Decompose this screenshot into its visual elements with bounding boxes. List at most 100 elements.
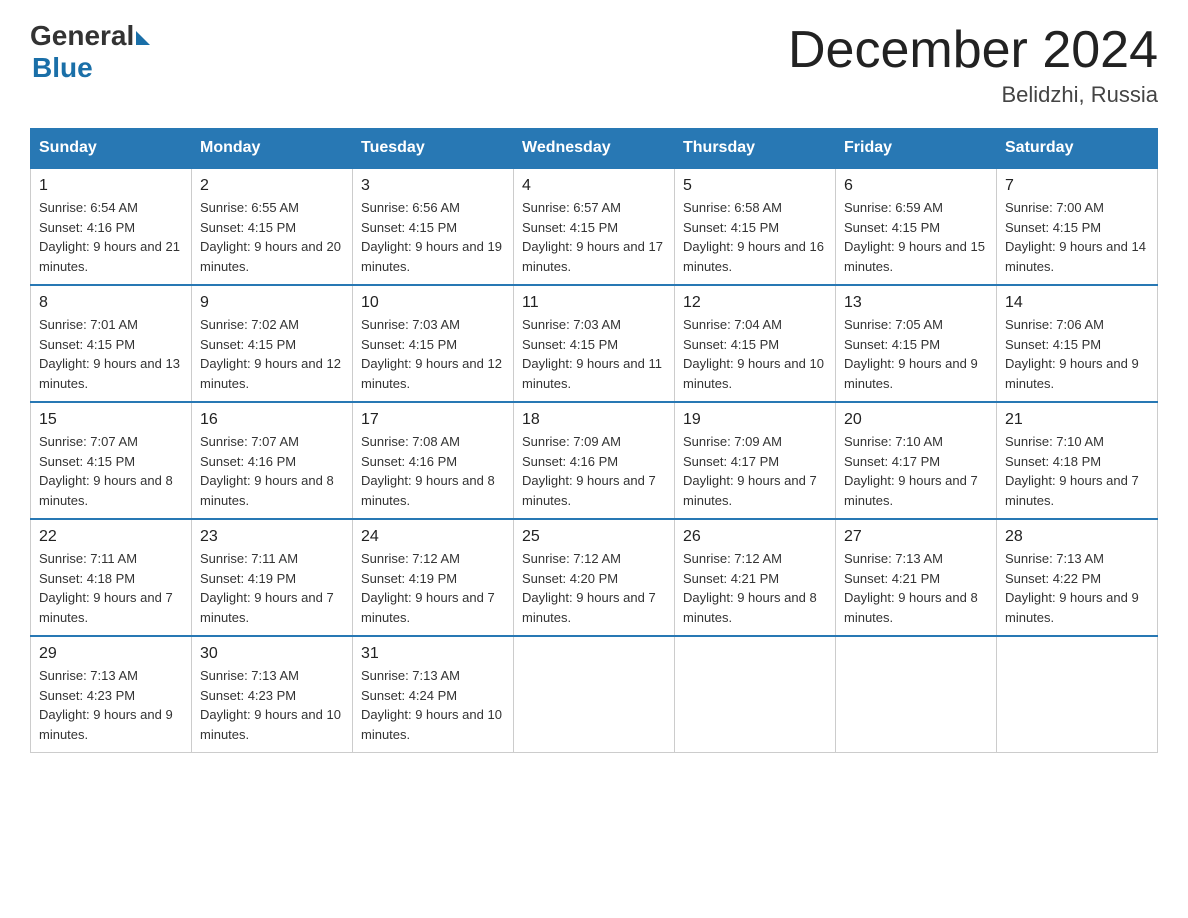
calendar-cell: 31Sunrise: 7:13 AMSunset: 4:24 PMDayligh…: [353, 636, 514, 753]
day-info: Sunrise: 7:13 AMSunset: 4:24 PMDaylight:…: [361, 666, 505, 744]
day-number: 16: [200, 411, 344, 429]
column-header-friday: Friday: [836, 129, 997, 169]
day-number: 15: [39, 411, 183, 429]
calendar-cell: 12 Sunrise: 7:04 AMSunset: 4:15 PMDayligh…: [675, 285, 836, 402]
day-info: Sunrise: 7:10 AMSunset: 4:18 PMDaylight:…: [1005, 432, 1149, 510]
calendar-cell: 26 Sunrise: 7:12 AMSunset: 4:21 PMDayligh…: [675, 519, 836, 636]
calendar-cell: 13 Sunrise: 7:05 AMSunset: 4:15 PMDayligh…: [836, 285, 997, 402]
calendar-week-row: 8 Sunrise: 7:01 AMSunset: 4:15 PMDaylight…: [31, 285, 1158, 402]
calendar-cell: 25Sunrise: 7:12 AMSunset: 4:20 PMDayligh…: [514, 519, 675, 636]
calendar-cell: [514, 636, 675, 753]
logo-blue-text: Blue: [32, 52, 93, 84]
title-section: December 2024 Belidzhi, Russia: [788, 20, 1158, 108]
day-info: Sunrise: 7:11 AMSunset: 4:19 PMDaylight:…: [200, 549, 344, 627]
day-number: 21: [1005, 411, 1149, 429]
day-number: 7: [1005, 177, 1149, 195]
location-text: Belidzhi, Russia: [788, 82, 1158, 108]
day-number: 8: [39, 294, 183, 312]
day-number: 27: [844, 528, 988, 546]
day-number: 1: [39, 177, 183, 195]
day-info: Sunrise: 7:01 AMSunset: 4:15 PMDaylight:…: [39, 315, 183, 393]
calendar-cell: 22 Sunrise: 7:11 AMSunset: 4:18 PMDayligh…: [31, 519, 192, 636]
day-number: 6: [844, 177, 988, 195]
day-info: Sunrise: 7:03 AMSunset: 4:15 PMDaylight:…: [361, 315, 505, 393]
day-number: 22: [39, 528, 183, 546]
day-number: 5: [683, 177, 827, 195]
day-info: Sunrise: 7:12 AMSunset: 4:21 PMDaylight:…: [683, 549, 827, 627]
calendar-cell: 18 Sunrise: 7:09 AMSunset: 4:16 PMDayligh…: [514, 402, 675, 519]
day-info: Sunrise: 6:55 AMSunset: 4:15 PMDaylight:…: [200, 198, 344, 276]
day-info: Sunrise: 7:06 AMSunset: 4:15 PMDaylight:…: [1005, 315, 1149, 393]
day-info: Sunrise: 7:13 AMSunset: 4:23 PMDaylight:…: [39, 666, 183, 744]
day-number: 3: [361, 177, 505, 195]
day-number: 23: [200, 528, 344, 546]
calendar-cell: 4 Sunrise: 6:57 AMSunset: 4:15 PMDaylight…: [514, 168, 675, 285]
day-number: 13: [844, 294, 988, 312]
calendar-cell: 6 Sunrise: 6:59 AMSunset: 4:15 PMDaylight…: [836, 168, 997, 285]
day-number: 19: [683, 411, 827, 429]
day-info: Sunrise: 7:04 AMSunset: 4:15 PMDaylight:…: [683, 315, 827, 393]
calendar-cell: 1 Sunrise: 6:54 AMSunset: 4:16 PMDaylight…: [31, 168, 192, 285]
calendar-cell: 10 Sunrise: 7:03 AMSunset: 4:15 PMDayligh…: [353, 285, 514, 402]
day-info: Sunrise: 7:09 AMSunset: 4:16 PMDaylight:…: [522, 432, 666, 510]
column-header-monday: Monday: [192, 129, 353, 169]
calendar-cell: 28Sunrise: 7:13 AMSunset: 4:22 PMDayligh…: [997, 519, 1158, 636]
calendar-cell: 21 Sunrise: 7:10 AMSunset: 4:18 PMDayligh…: [997, 402, 1158, 519]
day-info: Sunrise: 7:11 AMSunset: 4:18 PMDaylight:…: [39, 549, 183, 627]
day-info: Sunrise: 6:56 AMSunset: 4:15 PMDaylight:…: [361, 198, 505, 276]
column-header-thursday: Thursday: [675, 129, 836, 169]
calendar-cell: 23 Sunrise: 7:11 AMSunset: 4:19 PMDayligh…: [192, 519, 353, 636]
day-info: Sunrise: 6:57 AMSunset: 4:15 PMDaylight:…: [522, 198, 666, 276]
day-number: 12: [683, 294, 827, 312]
calendar-cell: 15Sunrise: 7:07 AMSunset: 4:15 PMDayligh…: [31, 402, 192, 519]
day-info: Sunrise: 7:13 AMSunset: 4:22 PMDaylight:…: [1005, 549, 1149, 627]
day-info: Sunrise: 7:13 AMSunset: 4:23 PMDaylight:…: [200, 666, 344, 744]
day-number: 29: [39, 645, 183, 663]
day-number: 11: [522, 294, 666, 312]
day-number: 25: [522, 528, 666, 546]
day-info: Sunrise: 7:10 AMSunset: 4:17 PMDaylight:…: [844, 432, 988, 510]
day-info: Sunrise: 7:02 AMSunset: 4:15 PMDaylight:…: [200, 315, 344, 393]
calendar-cell: 19 Sunrise: 7:09 AMSunset: 4:17 PMDayligh…: [675, 402, 836, 519]
column-header-wednesday: Wednesday: [514, 129, 675, 169]
logo: General Blue: [30, 20, 150, 84]
calendar-cell: 17Sunrise: 7:08 AMSunset: 4:16 PMDayligh…: [353, 402, 514, 519]
day-number: 18: [522, 411, 666, 429]
calendar-cell: 5 Sunrise: 6:58 AMSunset: 4:15 PMDaylight…: [675, 168, 836, 285]
calendar-cell: 8 Sunrise: 7:01 AMSunset: 4:15 PMDaylight…: [31, 285, 192, 402]
day-number: 14: [1005, 294, 1149, 312]
day-info: Sunrise: 7:13 AMSunset: 4:21 PMDaylight:…: [844, 549, 988, 627]
day-number: 17: [361, 411, 505, 429]
calendar-cell: 16 Sunrise: 7:07 AMSunset: 4:16 PMDayligh…: [192, 402, 353, 519]
day-number: 9: [200, 294, 344, 312]
day-info: Sunrise: 7:09 AMSunset: 4:17 PMDaylight:…: [683, 432, 827, 510]
calendar-cell: 30Sunrise: 7:13 AMSunset: 4:23 PMDayligh…: [192, 636, 353, 753]
day-info: Sunrise: 6:54 AMSunset: 4:16 PMDaylight:…: [39, 198, 183, 276]
calendar-week-row: 15Sunrise: 7:07 AMSunset: 4:15 PMDayligh…: [31, 402, 1158, 519]
calendar-cell: 14 Sunrise: 7:06 AMSunset: 4:15 PMDayligh…: [997, 285, 1158, 402]
calendar-cell: 7Sunrise: 7:00 AMSunset: 4:15 PMDaylight…: [997, 168, 1158, 285]
calendar-cell: [997, 636, 1158, 753]
calendar-cell: 3 Sunrise: 6:56 AMSunset: 4:15 PMDaylight…: [353, 168, 514, 285]
calendar-cell: 11 Sunrise: 7:03 AMSunset: 4:15 PMDayligh…: [514, 285, 675, 402]
day-info: Sunrise: 7:12 AMSunset: 4:19 PMDaylight:…: [361, 549, 505, 627]
month-title: December 2024: [788, 20, 1158, 80]
day-number: 10: [361, 294, 505, 312]
day-number: 26: [683, 528, 827, 546]
calendar-week-row: 1 Sunrise: 6:54 AMSunset: 4:16 PMDaylight…: [31, 168, 1158, 285]
column-header-tuesday: Tuesday: [353, 129, 514, 169]
calendar-cell: 27 Sunrise: 7:13 AMSunset: 4:21 PMDayligh…: [836, 519, 997, 636]
calendar-cell: 9 Sunrise: 7:02 AMSunset: 4:15 PMDaylight…: [192, 285, 353, 402]
calendar-cell: 24 Sunrise: 7:12 AMSunset: 4:19 PMDayligh…: [353, 519, 514, 636]
day-number: 20: [844, 411, 988, 429]
day-info: Sunrise: 6:58 AMSunset: 4:15 PMDaylight:…: [683, 198, 827, 276]
calendar-cell: 2Sunrise: 6:55 AMSunset: 4:15 PMDaylight…: [192, 168, 353, 285]
calendar-cell: 20 Sunrise: 7:10 AMSunset: 4:17 PMDayligh…: [836, 402, 997, 519]
day-info: Sunrise: 6:59 AMSunset: 4:15 PMDaylight:…: [844, 198, 988, 276]
day-info: Sunrise: 7:05 AMSunset: 4:15 PMDaylight:…: [844, 315, 988, 393]
day-number: 24: [361, 528, 505, 546]
logo-general-text: General: [30, 20, 134, 52]
day-number: 4: [522, 177, 666, 195]
day-info: Sunrise: 7:03 AMSunset: 4:15 PMDaylight:…: [522, 315, 666, 393]
day-info: Sunrise: 7:07 AMSunset: 4:16 PMDaylight:…: [200, 432, 344, 510]
